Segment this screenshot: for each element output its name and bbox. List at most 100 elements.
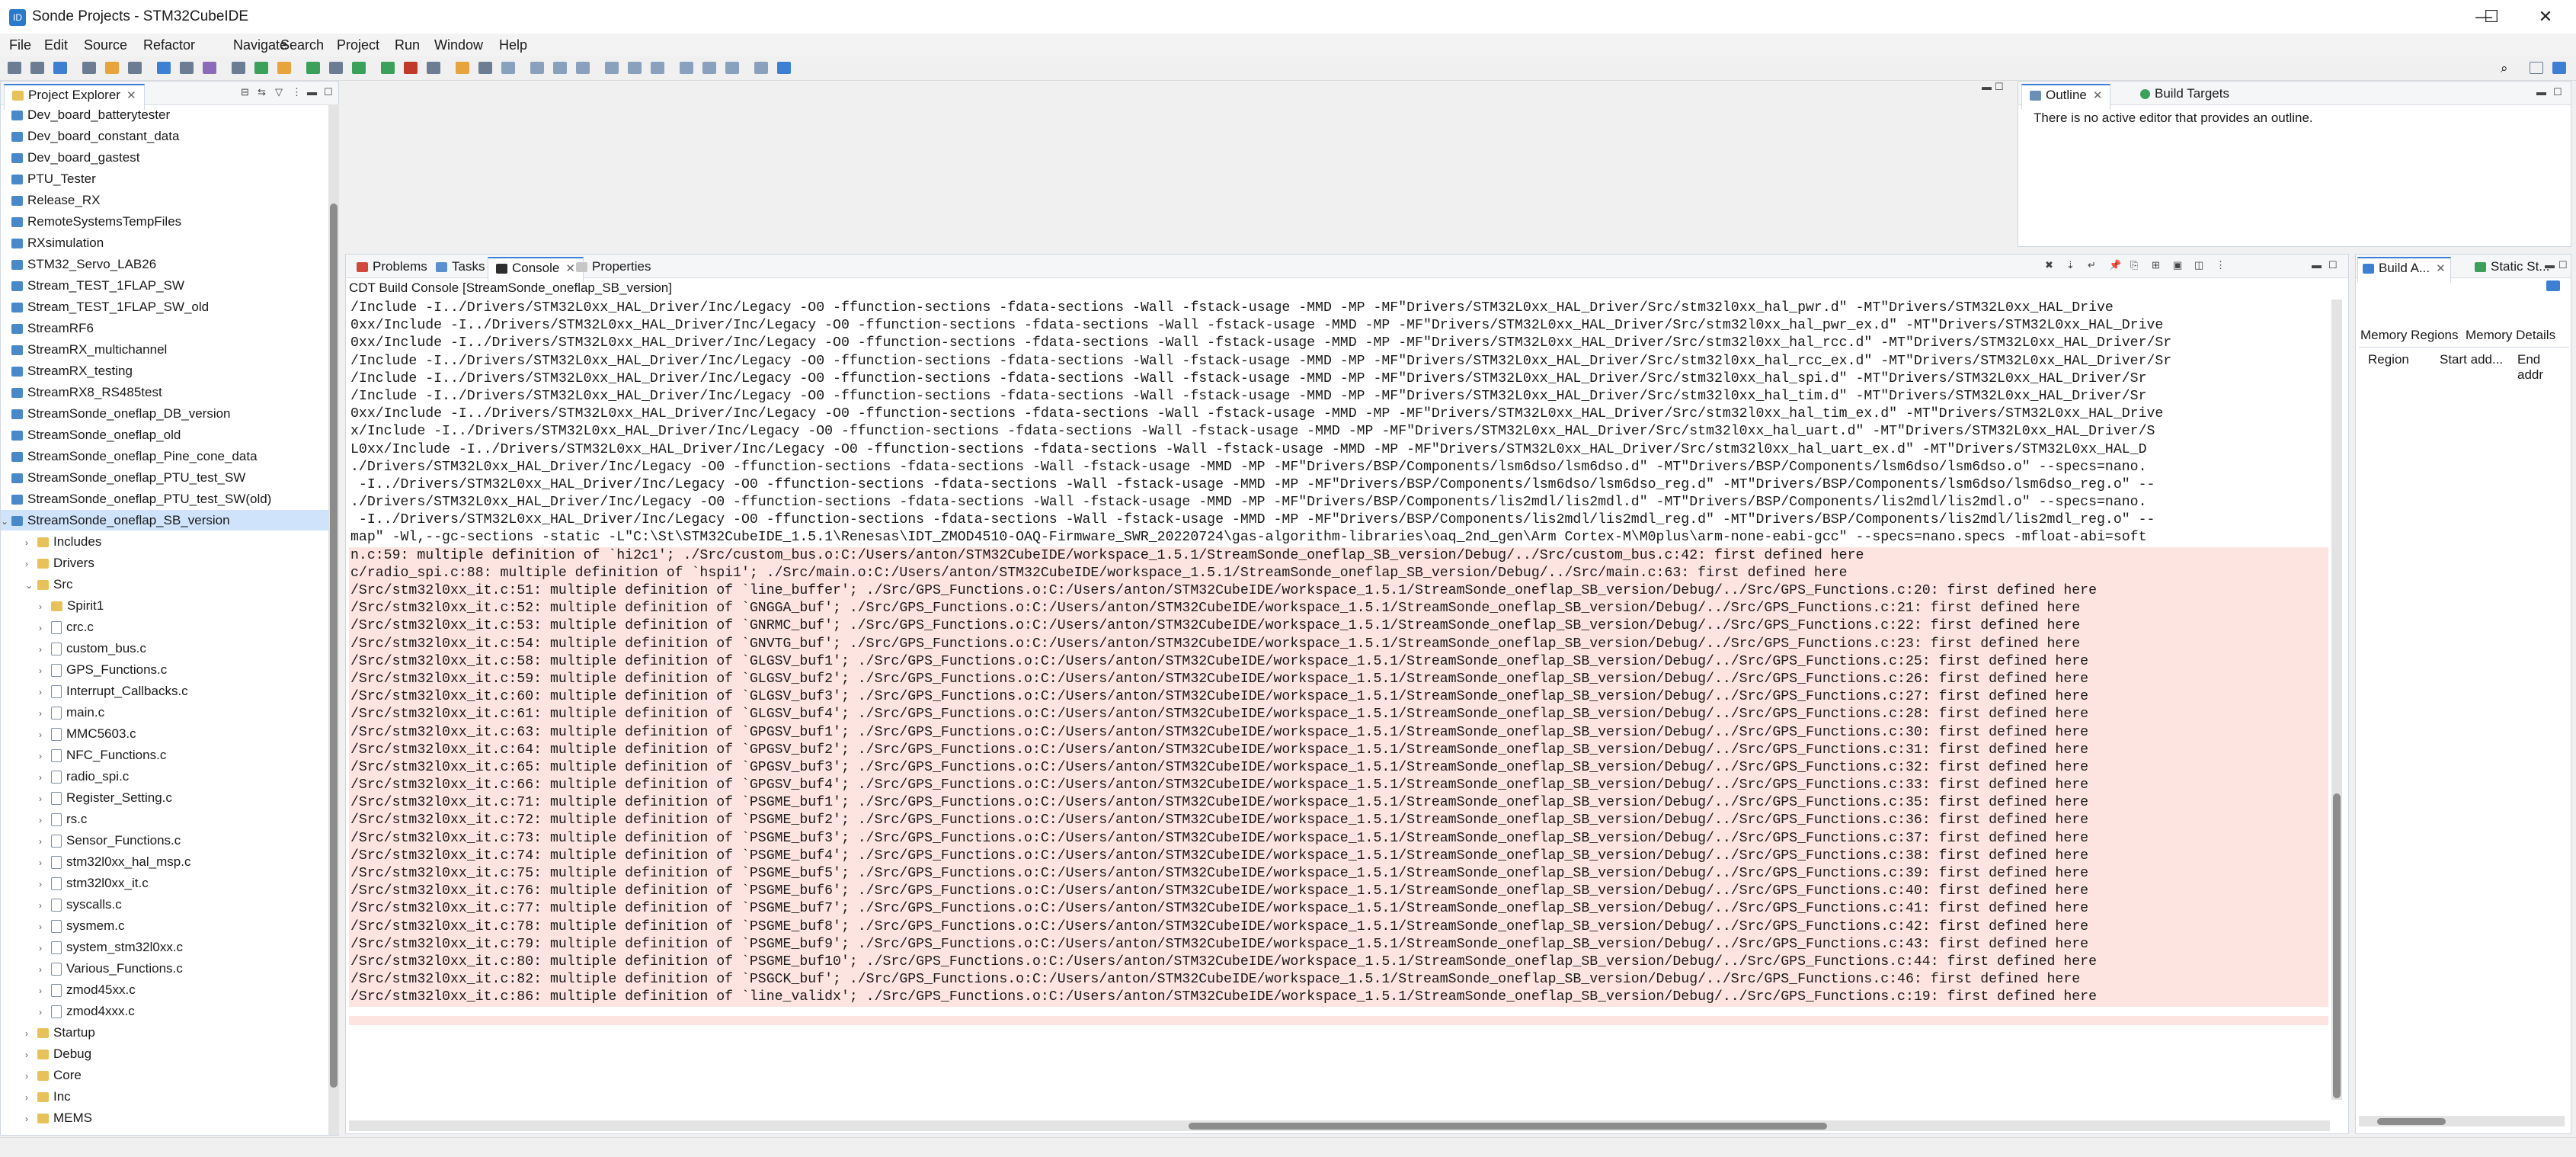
tree-item[interactable]: StreamSonde_oneflap_PTU_test_SW(old) (1, 489, 328, 509)
chevron-right-icon[interactable]: › (39, 874, 51, 895)
maximize-view-icon[interactable]: ☐ (2553, 86, 2562, 98)
chevron-right-icon[interactable]: › (39, 703, 51, 724)
tree-item[interactable]: › zmod45xx.c (1, 979, 328, 1000)
chevron-right-icon[interactable]: › (39, 725, 51, 745)
chevron-right-icon[interactable]: › (39, 981, 51, 1002)
tree-item[interactable]: › Various_Functions.c (1, 958, 328, 979)
tree-item[interactable]: StreamSonde_oneflap_old (1, 425, 328, 445)
copy-icon[interactable]: ⎘ (2130, 259, 2138, 271)
tree-item[interactable]: RXsimulation (1, 232, 328, 253)
tree-item[interactable]: › stm32l0xx_hal_msp.c (1, 851, 328, 872)
tree-item[interactable]: › sysmem.c (1, 915, 328, 936)
maximize-view-icon[interactable]: ☐ (2328, 259, 2338, 271)
menu-refactor[interactable]: Refactor (143, 37, 195, 53)
tab-memory-regions[interactable]: Memory Regions (2360, 328, 2459, 343)
chevron-right-icon[interactable]: › (39, 896, 51, 916)
tree-item[interactable]: ⌄ Src (1, 574, 328, 595)
info-icon[interactable] (777, 62, 791, 74)
maximize-view-icon[interactable]: ☐ (324, 86, 333, 98)
tree-item[interactable]: Release_RX (1, 190, 328, 210)
tree-item[interactable]: › Register_Setting.c (1, 787, 328, 808)
nav-forward-icon[interactable] (651, 62, 664, 74)
chevron-right-icon[interactable]: › (39, 597, 51, 617)
tree-item[interactable]: › crc.c (1, 617, 328, 637)
chevron-right-icon[interactable]: › (25, 1109, 37, 1130)
tree-item[interactable]: Stream_TEST_1FLAP_SW_old (1, 296, 328, 317)
tree-item[interactable]: › Debug (1, 1043, 328, 1064)
tools-icon[interactable] (478, 62, 492, 74)
word-wrap-icon[interactable]: ↵ (2088, 259, 2096, 271)
clear-console-icon[interactable]: ✖ (2045, 259, 2053, 271)
stop-icon[interactable] (404, 62, 418, 74)
tree-item[interactable]: StreamSonde_oneflap_PTU_test_SW (1, 467, 328, 488)
link-icon[interactable] (180, 62, 194, 74)
collapse-all-icon[interactable]: ⊟ (241, 86, 249, 98)
chevron-right-icon[interactable]: › (25, 1045, 37, 1066)
tree-item[interactable]: › radio_spi.c (1, 766, 328, 787)
tree-item[interactable]: › Drivers (1, 553, 328, 573)
cube-icon[interactable] (232, 62, 245, 74)
scroll-thumb[interactable] (330, 204, 338, 1088)
minimize-editor-icon[interactable]: ▬ (1982, 81, 1992, 92)
scroll-thumb[interactable] (2377, 1118, 2446, 1125)
minimize-view-icon[interactable]: ▬ (307, 86, 317, 98)
chevron-right-icon[interactable]: › (39, 853, 51, 873)
pin-console-icon[interactable]: 📌 (2109, 259, 2121, 271)
tree-item[interactable]: › Sensor_Functions.c (1, 830, 328, 851)
tree-item[interactable]: › zmod4xxx.c (1, 1001, 328, 1021)
refresh-icon[interactable] (2546, 280, 2560, 291)
tab-problems[interactable]: Problems (349, 257, 435, 281)
tab-outline[interactable]: Outline ✕ (2021, 84, 2111, 110)
tree-item[interactable]: StreamSonde_oneflap_Pine_cone_data (1, 446, 328, 466)
console-output[interactable]: /Include -I../Drivers/STM32L0xx_HAL_Driv… (349, 300, 2328, 1025)
chevron-right-icon[interactable]: › (39, 768, 51, 788)
tree-item[interactable]: › rs.c (1, 809, 328, 829)
chevron-down-icon[interactable]: ⌄ (1, 511, 11, 532)
tab-tasks[interactable]: Tasks (428, 257, 492, 281)
tree-item[interactable]: › Spirit1 (1, 595, 328, 616)
toggle-icon[interactable] (157, 62, 171, 74)
maximize-button[interactable]: ☐ (2461, 0, 2522, 34)
tree-item[interactable]: › Interrupt_Callbacks.c (1, 681, 328, 701)
tree-item[interactable]: Dev_board_batterytester (1, 104, 328, 125)
view-menu-icon[interactable]: ⋮ (292, 86, 302, 98)
save-icon[interactable] (30, 62, 44, 74)
chevron-down-icon[interactable]: ⌄ (25, 575, 37, 596)
tree-item[interactable]: StreamRX8_RS485test (1, 382, 328, 402)
profile-icon[interactable] (427, 62, 440, 74)
view-menu-icon[interactable]: ⋮ (2216, 259, 2226, 271)
cpp-perspective-icon[interactable] (2552, 62, 2566, 74)
new-icon[interactable] (8, 62, 21, 74)
close-icon[interactable]: ✕ (126, 89, 136, 102)
tree-item[interactable]: RemoteSystemsTempFiles (1, 211, 328, 232)
minimize-view-icon[interactable]: ▬ (2536, 86, 2546, 98)
chevron-right-icon[interactable]: › (39, 746, 51, 767)
sync-icon[interactable] (725, 62, 739, 74)
minimize-view-icon[interactable]: ▬ (2545, 259, 2555, 271)
tree-item[interactable]: › MEMS (1, 1107, 328, 1128)
last-edit-icon[interactable] (605, 62, 619, 74)
menu-navigate[interactable]: Navigate (233, 37, 287, 53)
chevron-right-icon[interactable]: › (25, 1088, 37, 1108)
maximize-view-icon[interactable]: ☐ (2558, 259, 2568, 271)
next-annotation-icon[interactable] (530, 62, 544, 74)
search-files-icon[interactable] (277, 62, 291, 74)
chevron-right-icon[interactable]: › (39, 832, 51, 852)
chevron-right-icon[interactable]: › (39, 661, 51, 681)
console-prompt-line[interactable] (349, 1015, 2328, 1025)
pin-icon[interactable] (680, 62, 693, 74)
tree-item[interactable]: ⌄ StreamSonde_oneflap_SB_version (1, 510, 328, 530)
chevron-right-icon[interactable]: › (25, 1066, 37, 1087)
tree-item[interactable]: StreamRX_testing (1, 361, 328, 381)
nav-back-icon[interactable] (628, 62, 642, 74)
chevron-right-icon[interactable]: › (39, 1002, 51, 1023)
display-console-icon[interactable]: ▣ (2173, 259, 2182, 271)
tree-item[interactable]: › MMC5603.c (1, 723, 328, 744)
minimize-view-icon[interactable]: ▬ (2312, 259, 2322, 271)
menu-source[interactable]: Source (84, 37, 127, 53)
settings-icon[interactable] (128, 62, 142, 74)
tree-item[interactable]: › NFC_Functions.c (1, 745, 328, 765)
tree-item[interactable]: › system_stm32l0xx.c (1, 937, 328, 957)
menu-file[interactable]: File (9, 37, 31, 53)
menu-run[interactable]: Run (395, 37, 420, 53)
